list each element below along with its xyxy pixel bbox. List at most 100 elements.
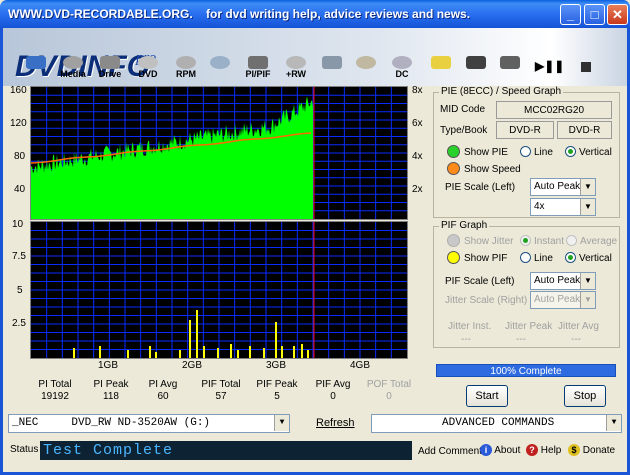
- camera-button[interactable]: [463, 54, 489, 82]
- pif-panel-title: PIF Graph: [439, 220, 490, 231]
- command-select[interactable]: ADVANCED COMMANDS ▼: [371, 414, 622, 433]
- jitter-average-radio[interactable]: [566, 235, 577, 246]
- refresh-button[interactable]: Refresh: [316, 417, 355, 429]
- donate-button[interactable]: $ Donate: [568, 444, 615, 456]
- add-comment-button[interactable]: Add Comment: [418, 446, 482, 457]
- media-icon: [63, 56, 83, 69]
- close-button[interactable]: ✕: [607, 4, 628, 25]
- book-value: DVD-R: [557, 121, 612, 139]
- edit-button[interactable]: [497, 54, 523, 82]
- pif-scale-select[interactable]: Auto Peak ▼: [530, 272, 596, 290]
- pif-bar: [203, 346, 205, 358]
- pie-scale-select[interactable]: Auto Peak ▼: [530, 178, 596, 196]
- pie-vertical-radio[interactable]: [565, 146, 576, 157]
- help-button[interactable]: ? Help: [526, 444, 561, 456]
- pie-color-swatch[interactable]: [447, 145, 460, 158]
- pif-line-radio[interactable]: [520, 252, 531, 263]
- chevron-down-icon: ▼: [580, 199, 595, 215]
- jitter-instant-radio[interactable]: [520, 235, 531, 246]
- rpm-label: RPM: [176, 69, 196, 79]
- stop-button[interactable]: Stop: [564, 385, 606, 407]
- pif-scale-label: PIF Scale (Left): [445, 276, 515, 287]
- drive-select[interactable]: _NEC DVD_RW ND-3520AW (G:) ▼: [8, 414, 290, 433]
- pi-peak-label: PI Peak: [93, 379, 129, 390]
- x-tick: 3GB: [266, 360, 287, 371]
- speed-scale-select[interactable]: 4x ▼: [530, 198, 596, 216]
- drive-value: _NEC DVD_RW ND-3520AW (G:): [12, 417, 211, 429]
- stop-icon: [581, 62, 591, 72]
- pif-bar: [237, 350, 239, 358]
- type-value: DVD-R: [496, 121, 554, 139]
- pif-bar: [179, 350, 181, 358]
- monitor-button[interactable]: [23, 54, 49, 82]
- status-label: Status: [10, 444, 39, 455]
- erase-button[interactable]: [319, 54, 345, 82]
- pif-bar: [189, 320, 191, 358]
- speed-y-tick: 4x: [412, 151, 423, 162]
- media-button[interactable]: Media: [55, 54, 91, 82]
- pie-scale-label: PIE Scale (Left): [445, 182, 516, 193]
- chevron-down-icon: ▼: [580, 179, 595, 195]
- rpm-button[interactable]: RPM: [171, 54, 201, 82]
- speed-color-swatch[interactable]: [447, 162, 460, 175]
- jitter-inst-value: ---: [461, 334, 471, 345]
- rw-button[interactable]: +RW: [281, 54, 311, 82]
- jitter-peak-value: ---: [516, 334, 526, 345]
- dc-button[interactable]: DC: [387, 54, 417, 82]
- about-button[interactable]: i About: [480, 444, 520, 456]
- edit-icon: [500, 56, 520, 69]
- pif-bar: [196, 310, 198, 358]
- speed-y-tick: 8x: [412, 85, 423, 96]
- x-tick: 2GB: [182, 360, 203, 371]
- help-label: Help: [540, 445, 562, 456]
- pipif-icon: [248, 56, 268, 69]
- x-tick: 4GB: [350, 360, 371, 371]
- pif-line-label: Line: [534, 253, 553, 264]
- speed-y-tick: 6x: [412, 118, 423, 129]
- dvd-button[interactable]: DVD: [133, 54, 163, 82]
- pif-bar: [73, 348, 75, 358]
- pif-y-tick: 5: [17, 285, 23, 296]
- start-button[interactable]: Start: [466, 385, 508, 407]
- speed-y-tick: 2x: [412, 184, 423, 195]
- dvd-icon: [138, 56, 158, 69]
- pipif-button[interactable]: PI/PIF: [239, 54, 277, 82]
- show-pif-label[interactable]: Show PIF: [464, 253, 507, 264]
- pif-bar: [275, 322, 277, 358]
- rw-label: +RW: [285, 69, 307, 79]
- jitter-instant-label: Instant: [534, 236, 565, 247]
- drive-button[interactable]: Drive: [93, 54, 127, 82]
- minimize-button[interactable]: _: [560, 4, 581, 25]
- pif-bar: [127, 350, 129, 358]
- pif-color-swatch[interactable]: [447, 251, 460, 264]
- pie-line-radio[interactable]: [520, 146, 531, 157]
- pi-total-value: 19192: [41, 391, 69, 402]
- pof-total-value: 0: [386, 391, 392, 402]
- pif-vertical-radio[interactable]: [565, 252, 576, 263]
- pause-button[interactable]: ▶❚❚: [535, 54, 564, 82]
- jitter-inst-label: Jitter Inst.: [448, 321, 492, 332]
- show-speed-label[interactable]: Show Speed: [464, 164, 521, 175]
- pif-bar: [149, 346, 151, 358]
- pif-bar: [263, 348, 265, 358]
- pif-graph-canvas: [31, 222, 407, 358]
- jitter-scale-select[interactable]: Auto Peak ▼: [530, 291, 596, 309]
- stop-toolbar-button[interactable]: [573, 54, 599, 82]
- info-button[interactable]: [353, 54, 379, 82]
- show-pie-label[interactable]: Show PIE: [464, 147, 508, 158]
- notepad-button[interactable]: [429, 54, 453, 82]
- pipif-label: PI/PIF: [245, 69, 271, 79]
- media-label: Media: [60, 69, 86, 79]
- pif-bar: [281, 346, 283, 358]
- maximize-button[interactable]: □: [584, 4, 605, 25]
- chevron-down-icon: ▼: [580, 273, 595, 289]
- scan-button[interactable]: [207, 54, 233, 82]
- rpm-icon: [176, 56, 196, 69]
- pif-bar: [293, 346, 295, 358]
- pi-peak-value: 118: [103, 391, 119, 402]
- dc-label: DC: [395, 69, 409, 79]
- pie-y-tick: 80: [14, 151, 26, 162]
- chevron-down-icon: ▼: [274, 415, 289, 431]
- pie-vertical-label: Vertical: [579, 147, 612, 158]
- pif-y-tick: 10: [12, 219, 24, 230]
